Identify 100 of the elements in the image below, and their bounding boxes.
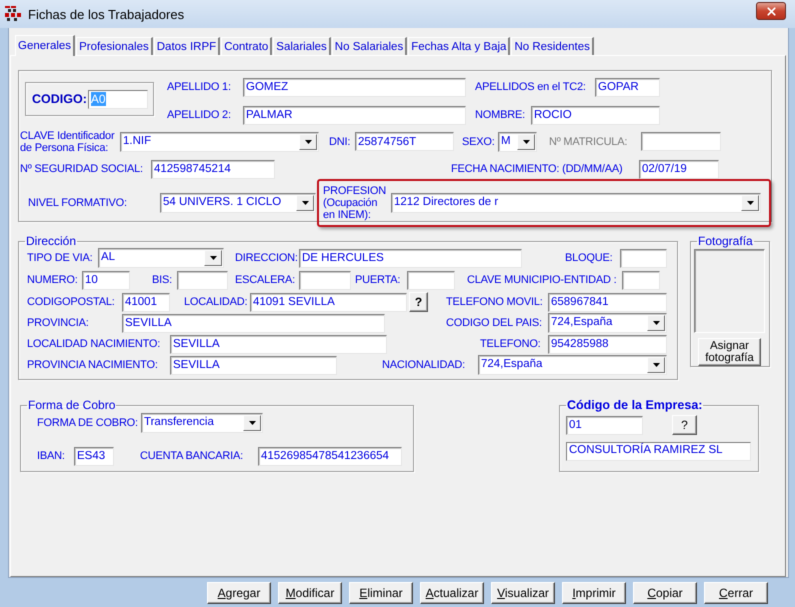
field-label: TELEFONO: [480, 338, 542, 350]
dropdown-arrow-button[interactable] [204, 250, 222, 266]
caret-icon [304, 140, 312, 144]
field-label: FORMA DE COBRO: [37, 417, 139, 429]
text-field[interactable]: SEVILLA [170, 356, 337, 374]
dropdown[interactable]: Transferencia [141, 413, 263, 433]
dropdown-arrow-button[interactable] [243, 415, 261, 431]
field-label: TIPO DE VIA: [27, 252, 94, 264]
text-field[interactable] [641, 132, 721, 151]
text-field[interactable]: ES43 [74, 446, 114, 466]
field-label: CODIGO DEL PAIS: [446, 317, 543, 329]
text-field[interactable]: 41091 SEVILLA [250, 292, 407, 312]
field-label: TELEFONO MOVIL: [446, 296, 544, 308]
close-icon [764, 4, 778, 18]
field-label: PUERTA: [355, 274, 402, 286]
action-button[interactable]: Imprimir [562, 582, 626, 604]
text-field[interactable]: 41001 [122, 292, 170, 312]
caret-icon [652, 363, 660, 367]
caret-icon [210, 256, 216, 260]
dropdown-arrow-button[interactable] [299, 134, 317, 150]
text-field[interactable]: 658967841 [548, 292, 667, 312]
assign-photo-button[interactable]: Asignar fotografía [698, 338, 761, 366]
dropdown[interactable]: 724,España [548, 313, 667, 333]
close-button[interactable] [756, 2, 786, 20]
text-field[interactable] [622, 270, 660, 290]
caret-icon [652, 321, 660, 325]
lookup-button[interactable]: ? [409, 292, 428, 312]
text-field[interactable]: SEVILLA [122, 314, 385, 332]
tab[interactable]: Contrato [221, 37, 272, 55]
field-label: CLAVE Identificador de Persona Física: [20, 130, 116, 154]
action-button[interactable]: Copiar [633, 582, 697, 604]
tab[interactable]: Profesionales [76, 37, 153, 55]
dropdown-arrow-button[interactable] [296, 195, 314, 211]
caret-icon [302, 201, 308, 205]
field-label: APELLIDO 1: [167, 81, 232, 93]
action-button[interactable]: Actualizar [420, 582, 484, 604]
dropdown[interactable]: 1212 Directores de r [391, 193, 761, 213]
text-field[interactable] [407, 270, 455, 290]
field-label: NIVEL FORMATIVO: [28, 197, 128, 209]
action-button[interactable]: Eliminar [349, 582, 413, 604]
dropdown-arrow-button[interactable] [647, 357, 665, 373]
field-label: APELLIDO 2: [167, 109, 232, 121]
field-label: PROVINCIA NACIMIENTO: [27, 359, 159, 371]
text-field[interactable]: DE HERCULES [299, 248, 522, 268]
field-label: LOCALIDAD NACIMIENTO: [27, 338, 162, 350]
tab[interactable]: No Residentes [511, 37, 594, 55]
text-field[interactable]: 412598745214 [151, 160, 275, 178]
text-field[interactable]: SEVILLA [170, 334, 387, 354]
action-button[interactable]: Modificar [278, 582, 342, 604]
tab[interactable]: Fechas Alta y Baja [408, 37, 510, 55]
window-title: Fichas de los Trabajadores [28, 6, 186, 22]
tab[interactable]: Datos IRPF [154, 37, 220, 55]
field-label: ESCALERA: [235, 274, 296, 286]
action-button[interactable]: Cerrar [704, 582, 768, 604]
dropdown[interactable]: 724,España [478, 355, 667, 375]
dropdown[interactable]: AL [98, 248, 224, 268]
group-title: Forma de Cobro [27, 398, 116, 412]
text-field[interactable] [177, 270, 228, 290]
lookup-button[interactable]: ? [672, 415, 697, 435]
tab[interactable]: Generales [15, 35, 76, 56]
field-label: DIRECCION: [235, 252, 299, 264]
field-label: LOCALIDAD: [184, 296, 248, 308]
caret-icon [746, 201, 754, 205]
text-field[interactable]: CONSULTORÍA RAMIREZ SL [566, 442, 751, 460]
field-label: CUENTA BANCARIA: [140, 450, 244, 462]
dropdown-arrow-button[interactable] [517, 134, 535, 150]
field-label: FECHA NACIMIENTO: (DD/MM/AA) [451, 163, 624, 175]
field-label: DNI: [329, 136, 352, 148]
dropdown-arrow-button[interactable] [647, 315, 665, 331]
field-label: CLAVE MUNICIPIO-ENTIDAD : [467, 274, 618, 286]
dropdown-arrow-button[interactable] [741, 195, 759, 211]
field-label: CODIGOPOSTAL: [27, 296, 116, 308]
text-field[interactable] [299, 270, 351, 290]
caret-icon [248, 421, 256, 425]
text-field[interactable]: GOPAR [595, 78, 660, 96]
text-field[interactable]: 01 [566, 416, 643, 434]
text-field[interactable]: 41526985478541236654 [258, 446, 402, 466]
text-field[interactable]: PALMAR [243, 106, 466, 124]
action-button[interactable]: Visualizar [491, 582, 555, 604]
field-label: SEXO: [462, 136, 496, 148]
text-field[interactable]: 10 [82, 270, 130, 290]
field-label: PROFESION (Ocupación en INEM): [323, 185, 387, 221]
field-label: PROVINCIA: [27, 317, 90, 329]
tab[interactable]: No Salariales [332, 37, 408, 55]
group-title: Dirección [25, 234, 78, 248]
caret-icon [522, 140, 530, 144]
text-field[interactable]: 25874756T [355, 132, 454, 151]
text-field[interactable]: 02/07/19 [639, 160, 719, 178]
tab[interactable]: Salariales [273, 37, 331, 55]
dropdown[interactable]: 54 UNIVERS. 1 CICLO [160, 193, 316, 213]
field-label: APELLIDOS en el TC2: [475, 81, 587, 93]
field-label: BLOQUE: [565, 252, 614, 264]
text-field[interactable]: ROCIO [531, 106, 660, 124]
text-field[interactable] [620, 248, 667, 268]
action-button[interactable]: Agregar [207, 582, 271, 604]
dropdown[interactable]: 1.NIF [120, 132, 319, 152]
text-field[interactable]: GOMEZ [243, 78, 466, 96]
field-label: IBAN: [37, 450, 66, 462]
text-field[interactable]: 954285988 [548, 334, 667, 354]
dropdown[interactable]: M [498, 132, 537, 152]
